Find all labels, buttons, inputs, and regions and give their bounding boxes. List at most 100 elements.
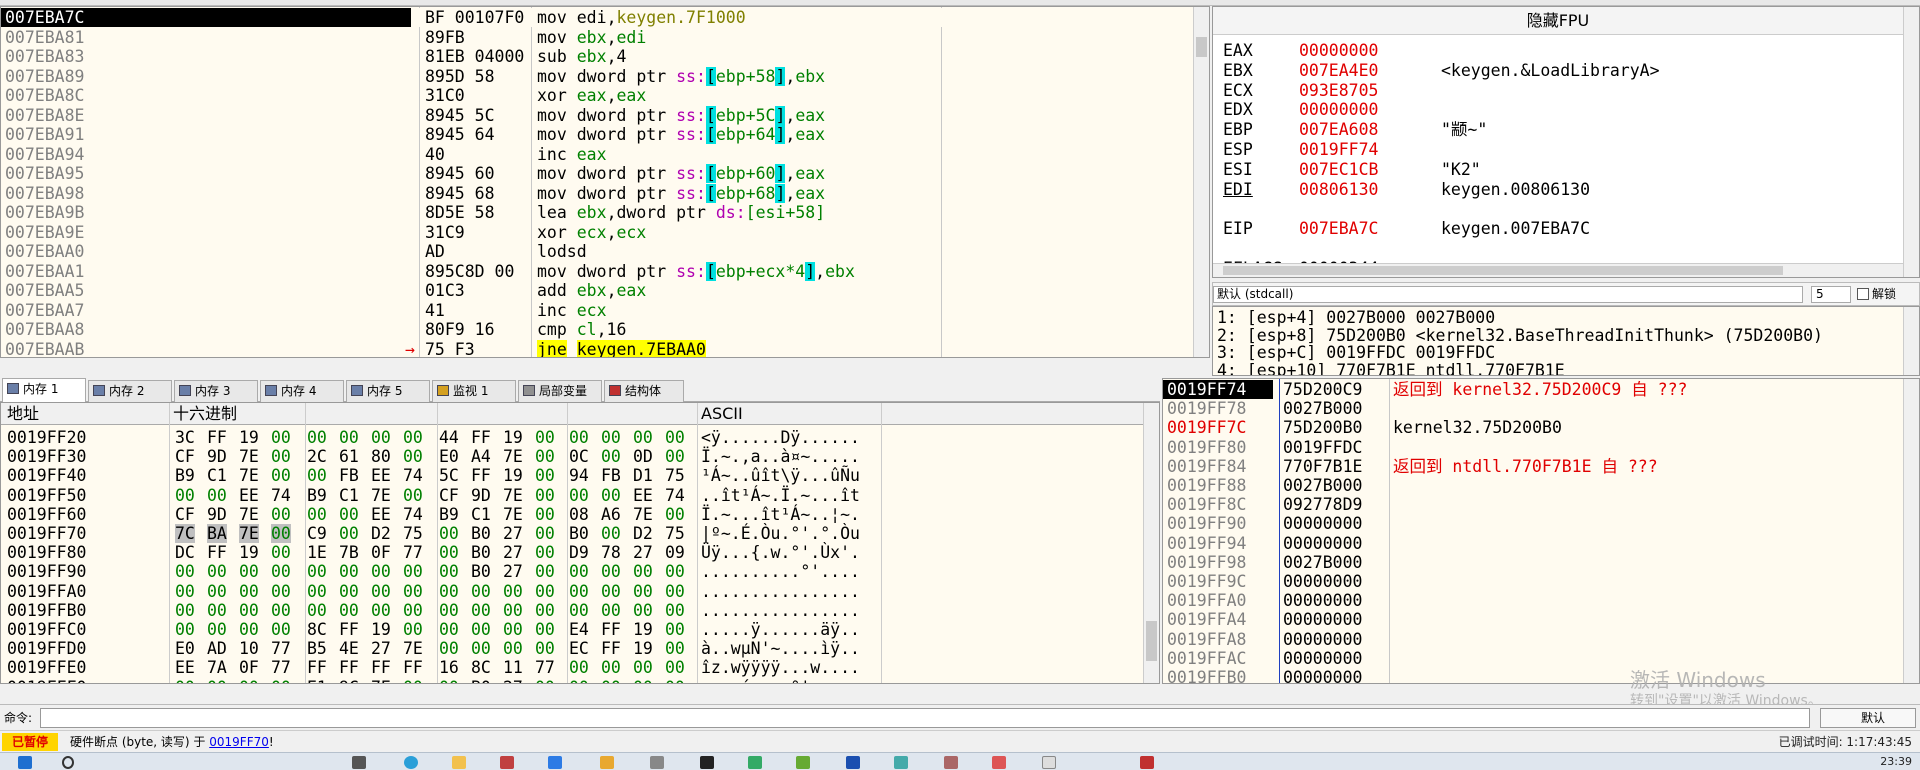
dump-byte[interactable]: 00: [665, 562, 685, 581]
dump-byte[interactable]: FF: [371, 658, 391, 677]
disasm-row[interactable]: 007EBA8C 31C0 xor eax,eax: [1, 86, 1193, 105]
dump-byte[interactable]: 19: [239, 543, 259, 562]
dump-tab[interactable]: 结构体: [604, 380, 684, 402]
dump-byte[interactable]: 00: [535, 543, 555, 562]
disasm-row[interactable]: 007EBA9B 8D5E 58 lea ebx,dword ptr ds:[esi…: [1, 203, 1193, 222]
dump-byte[interactable]: 19: [633, 639, 653, 658]
disasm-row[interactable]: 007EBAA5 01C3 add ebx,eax: [1, 281, 1193, 300]
dump-byte[interactable]: 27: [503, 562, 523, 581]
dump-byte[interactable]: FB: [601, 466, 621, 485]
dump-byte[interactable]: 0D: [633, 447, 653, 466]
disasm-row[interactable]: 007EBA98 8945 68 mov dword ptr ss:[ebp+68]…: [1, 183, 1193, 203]
dump-byte[interactable]: D2: [371, 524, 391, 543]
terminal-icon[interactable]: [700, 756, 714, 769]
dump-byte[interactable]: 27: [503, 678, 523, 683]
dump-byte[interactable]: 00: [339, 601, 359, 620]
dump-byte[interactable]: 00: [569, 601, 589, 620]
dump-row[interactable]: 0019FF30 CF 9D 7E 00 2C 61 80 00 E0 A4 7E 00 0C 00 0D 00…: [1, 447, 1143, 466]
stack-value[interactable]: 770F7B1E: [1283, 457, 1362, 476]
dump-byte[interactable]: 80: [371, 447, 391, 466]
dump-byte[interactable]: 00: [471, 601, 491, 620]
dump-scrollbar[interactable]: [1143, 403, 1159, 683]
disasm-row[interactable]: 007EBAA1 895C8D 00 mov dword ptr ss:[ebp+e…: [1, 261, 1193, 281]
dump-byte[interactable]: 7A: [207, 658, 227, 677]
dump-byte[interactable]: 7C: [175, 524, 195, 543]
dump-byte[interactable]: 00: [307, 466, 327, 485]
dump-byte[interactable]: 00: [439, 639, 459, 658]
dump-byte[interactable]: 8C: [471, 658, 491, 677]
dump-byte[interactable]: 74: [665, 486, 685, 505]
dump-byte[interactable]: 00: [271, 601, 291, 620]
dump-byte[interactable]: 61: [339, 447, 359, 466]
app-icon-2[interactable]: [548, 756, 562, 769]
dump-byte[interactable]: 27: [371, 639, 391, 658]
dump-byte[interactable]: 1E: [307, 543, 327, 562]
start-icon[interactable]: [18, 756, 32, 769]
dump-byte[interactable]: 00: [239, 620, 259, 639]
dump-byte[interactable]: 00: [239, 562, 259, 581]
search-icon[interactable]: [62, 756, 74, 769]
stack-view[interactable]: 0019FF74 75D200C9 返回到 kernel32.75D200C9 自 …: [1162, 378, 1920, 684]
dump-byte[interactable]: 00: [535, 447, 555, 466]
disasm-row[interactable]: 007EBAA8 80F9 16 cmp cl,16: [1, 320, 1193, 339]
dump-byte[interactable]: 00: [339, 505, 359, 524]
dump-row[interactable]: 0019FF60 CF 9D 7E 00 00 00 EE 74 B9 C1 7E 00 08 A6 7E 00…: [1, 505, 1143, 524]
command-mode-select[interactable]: 默认: [1820, 708, 1916, 728]
dump-byte[interactable]: 00: [535, 639, 555, 658]
dump-byte[interactable]: 00: [439, 678, 459, 683]
dump-tab[interactable]: 内存 2: [88, 380, 172, 402]
dump-byte[interactable]: 00: [403, 620, 423, 639]
app-icon-8[interactable]: [894, 756, 908, 769]
dump-byte[interactable]: BA: [207, 524, 227, 543]
dump-byte[interactable]: 00: [665, 428, 685, 447]
dump-byte[interactable]: 7E: [371, 486, 391, 505]
stack-value[interactable]: 0027B000: [1283, 476, 1362, 495]
argument-row[interactable]: 4: [esp+10] 770F7B1E ntdll.770F7B1E: [1217, 361, 1565, 376]
dump-row[interactable]: 0019FF20 3C FF 19 00 00 00 00 00 44 FF 19 00 00 00 00 00…: [1, 428, 1143, 447]
dump-byte[interactable]: 00: [439, 562, 459, 581]
unlock-checkbox[interactable]: 解锁: [1857, 286, 1896, 303]
registers-hscrollbar[interactable]: [1213, 263, 1903, 277]
register-value[interactable]: 007EA4E0: [1299, 61, 1378, 81]
dump-byte[interactable]: FB: [339, 466, 359, 485]
dump-byte[interactable]: 7E: [503, 486, 523, 505]
stack-value[interactable]: 00000000: [1283, 591, 1362, 610]
app-icon-11[interactable]: [1042, 756, 1056, 769]
dump-byte[interactable]: FF: [207, 543, 227, 562]
dump-byte[interactable]: 00: [471, 620, 491, 639]
stack-row[interactable]: 0019FFA0 00000000: [1163, 591, 1903, 610]
arguments-scrollbar[interactable]: [1903, 307, 1919, 375]
dump-row[interactable]: 0019FF90 00 00 00 00 00 00 00 00 00 B0 27 00 00 00 00 00…: [1, 562, 1143, 581]
dump-byte[interactable]: 00: [371, 428, 391, 447]
dump-byte[interactable]: 00: [339, 562, 359, 581]
dump-byte[interactable]: B9: [175, 466, 195, 485]
dump-byte[interactable]: 00: [175, 601, 195, 620]
register-value[interactable]: 0019FF74: [1299, 140, 1378, 160]
dump-byte[interactable]: 00: [271, 505, 291, 524]
app-icon-3[interactable]: [600, 756, 614, 769]
stack-value[interactable]: 00000000: [1283, 649, 1362, 668]
dump-byte[interactable]: 00: [535, 562, 555, 581]
dump-byte[interactable]: 00: [403, 486, 423, 505]
dump-byte[interactable]: 00: [665, 447, 685, 466]
dump-byte[interactable]: 5C: [439, 466, 459, 485]
dump-byte[interactable]: 00: [175, 486, 195, 505]
dump-byte[interactable]: 00: [439, 543, 459, 562]
disasm-row[interactable]: 007EBAA0 AD lodsd: [1, 242, 1193, 261]
dump-byte[interactable]: 00: [239, 678, 259, 683]
stack-row[interactable]: 0019FF90 00000000: [1163, 514, 1903, 533]
register-value[interactable]: 007EA608: [1299, 120, 1378, 140]
x64dbg-icon[interactable]: [1140, 756, 1154, 769]
dump-byte[interactable]: 00: [665, 582, 685, 601]
dump-byte[interactable]: 94: [569, 466, 589, 485]
dump-byte[interactable]: 00: [175, 620, 195, 639]
dump-byte[interactable]: D9: [569, 543, 589, 562]
dump-byte[interactable]: 00: [271, 543, 291, 562]
dump-byte[interactable]: D1: [633, 466, 653, 485]
dump-row[interactable]: 0019FFD0 E0 AD 10 77 B5 4E 27 7E 00 00 00 00 EC FF 19 00…: [1, 639, 1143, 658]
dump-byte[interactable]: 00: [569, 582, 589, 601]
dump-byte[interactable]: 7B: [339, 543, 359, 562]
dump-byte[interactable]: FF: [471, 428, 491, 447]
register-value[interactable]: 00000000: [1299, 100, 1378, 120]
dump-byte[interactable]: 00: [633, 582, 653, 601]
